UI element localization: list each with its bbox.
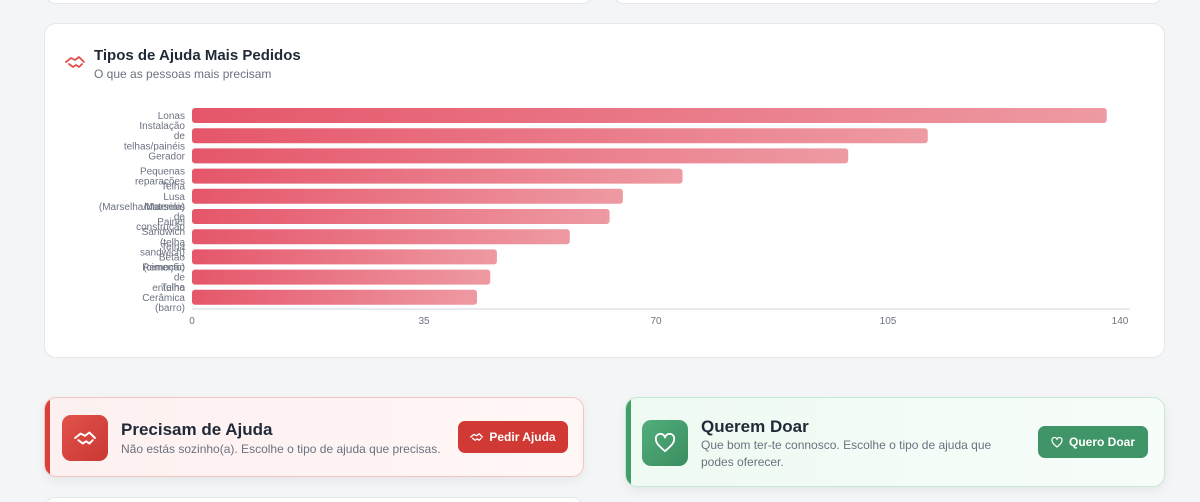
help-card-text: Não estás sozinho(a). Escolhe o tipo de … bbox=[121, 442, 441, 456]
bar-chart: LonasInstalação de telhas/painéisGeradorPe… bbox=[99, 108, 1130, 327]
quero-doar-label: Quero Doar bbox=[1068, 435, 1135, 449]
card-top-right-partial bbox=[612, 0, 1164, 4]
bar[interactable] bbox=[192, 229, 570, 245]
quero-doar-button[interactable]: Quero Doar bbox=[1038, 426, 1148, 458]
bar[interactable] bbox=[192, 269, 491, 285]
donate-card-icon-box bbox=[642, 420, 688, 466]
handshake-icon bbox=[470, 433, 484, 441]
pedir-ajuda-button[interactable]: Pedir Ajuda bbox=[458, 421, 568, 453]
donate-card: Querem Doar Que bom ter-te connosco. Esc… bbox=[625, 397, 1165, 487]
bar[interactable] bbox=[192, 289, 478, 305]
card-top-left-partial bbox=[44, 0, 594, 4]
bar[interactable] bbox=[192, 209, 610, 224]
bar[interactable] bbox=[192, 148, 849, 164]
bar[interactable] bbox=[192, 168, 683, 184]
chart-card: Tipos de Ajuda Mais Pedidos O que as pes… bbox=[44, 23, 1165, 358]
bar[interactable] bbox=[192, 249, 497, 265]
donate-card-accent bbox=[626, 398, 631, 486]
help-card-icon-box bbox=[62, 415, 108, 461]
x-tick-label: 140 bbox=[1112, 316, 1129, 327]
y-tick-label: Gerador bbox=[148, 151, 185, 162]
handshake-icon bbox=[74, 431, 96, 445]
bar[interactable] bbox=[192, 108, 1107, 123]
help-card-title: Precisam de Ajuda bbox=[121, 420, 273, 439]
donate-card-title: Querem Doar bbox=[701, 417, 809, 436]
x-tick-label: 0 bbox=[189, 316, 195, 327]
x-tick-label: 35 bbox=[418, 316, 430, 327]
x-tick-label: 70 bbox=[650, 316, 662, 327]
card-bottom-left-partial bbox=[44, 497, 584, 502]
y-tick-label: Instalação de telhas/painéis bbox=[124, 121, 186, 152]
pedir-ajuda-label: Pedir Ajuda bbox=[489, 430, 556, 444]
help-card: Precisam de Ajuda Não estás sozinho(a). … bbox=[44, 397, 584, 477]
help-card-accent bbox=[45, 398, 50, 476]
bar[interactable] bbox=[192, 128, 928, 144]
bar[interactable] bbox=[192, 188, 623, 204]
heart-icon bbox=[1051, 436, 1063, 448]
y-tick-label: Telha Cerâmica (barro) bbox=[142, 283, 185, 314]
heart-icon bbox=[654, 433, 676, 453]
x-tick-label: 105 bbox=[880, 316, 897, 327]
donate-card-text: Que bom ter-te connosco. Escolhe o tipo … bbox=[701, 438, 992, 469]
